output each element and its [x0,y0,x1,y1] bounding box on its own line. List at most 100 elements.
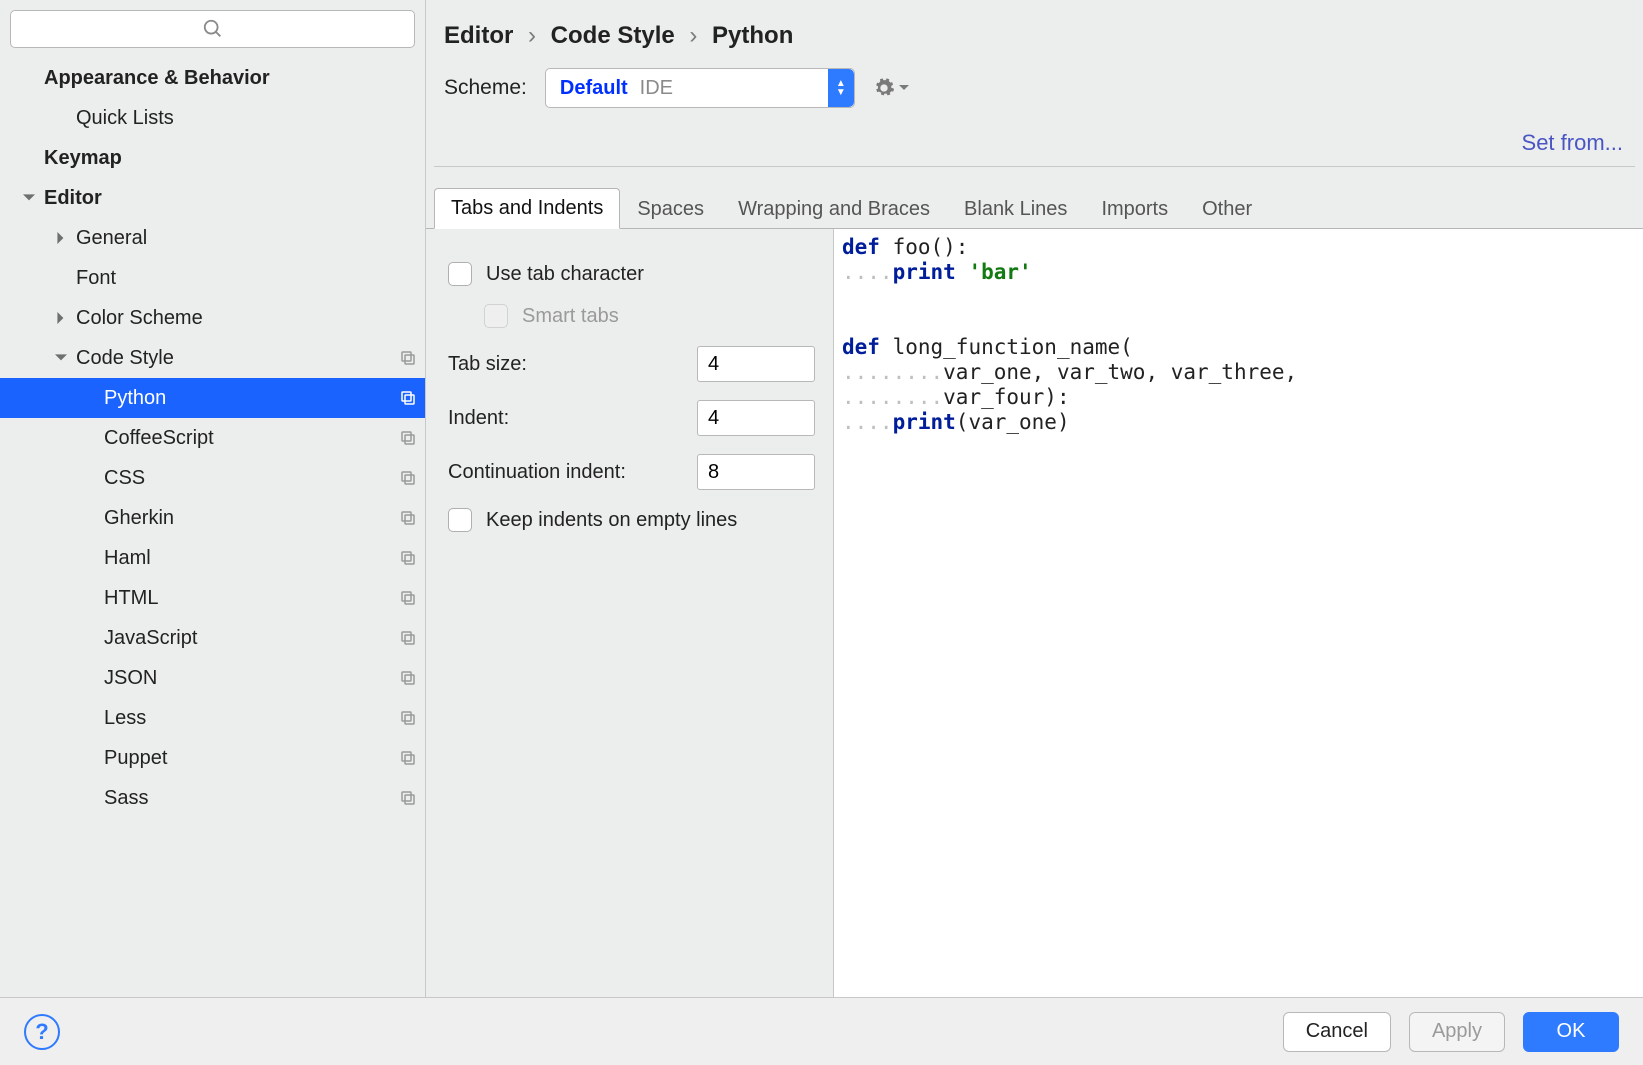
sidebar-item-puppet[interactable]: Puppet [0,738,425,778]
checkbox-icon [448,262,472,286]
tab-blank-lines[interactable]: Blank Lines [947,189,1084,229]
tab-spaces[interactable]: Spaces [620,189,721,229]
sidebar-item-label: Keymap [44,147,417,170]
tab-imports[interactable]: Imports [1084,189,1185,229]
scope-icon [399,389,417,407]
breadcrumb-python[interactable]: Python [712,22,793,49]
sidebar-item-haml[interactable]: Haml [0,538,425,578]
keep-indents-checkbox[interactable]: Keep indents on empty lines [448,499,815,541]
scope-icon [399,629,417,647]
sidebar-item-label: Haml [104,547,399,570]
breadcrumb: Editor › Code Style › Python [426,0,1643,68]
sidebar-item-label: JSON [104,667,399,690]
scope-icon [399,669,417,687]
caret-down-icon [46,352,76,364]
breadcrumb-code-style[interactable]: Code Style [551,22,675,49]
scope-icon [399,349,417,367]
scheme-stepper-icon: ▲▼ [828,69,854,107]
scope-icon [399,589,417,607]
sidebar-item-label: Python [104,387,399,410]
settings-tree: Appearance & Behavior Quick Lists Keymap Ed… [0,58,425,997]
settings-sidebar: Appearance & Behavior Quick Lists Keymap Ed… [0,0,426,997]
caret-right-icon [46,232,76,244]
dialog-footer: ? Cancel Apply OK [0,997,1643,1065]
caret-down-icon [14,192,44,204]
sidebar-item-label: Appearance & Behavior [44,67,417,90]
main-panel: Editor › Code Style › Python Scheme: Def… [426,0,1643,997]
sidebar-item-quick-lists[interactable]: Quick Lists [0,98,425,138]
sidebar-item-label: Gherkin [104,507,399,530]
sidebar-item-label: Editor [44,187,417,210]
divider [434,166,1635,167]
breadcrumb-sep: › [520,22,544,49]
sidebar-item-label: CSS [104,467,399,490]
scope-icon [399,509,417,527]
scheme-select[interactable]: Default IDE ▲▼ [545,68,855,108]
tab-tabs-and-indents[interactable]: Tabs and Indents [434,188,620,229]
sidebar-item-sass[interactable]: Sass [0,778,425,818]
scheme-label: Scheme: [444,76,527,100]
sidebar-item-label: HTML [104,587,399,610]
sidebar-item-label: Color Scheme [76,307,417,330]
sidebar-item-label: Font [76,267,417,290]
cancel-button[interactable]: Cancel [1283,1012,1391,1052]
breadcrumb-editor[interactable]: Editor [444,22,513,49]
continuation-indent-input[interactable] [697,454,815,490]
smart-tabs-checkbox: Smart tabs [448,295,815,337]
help-button[interactable]: ? [24,1014,60,1050]
sidebar-item-font[interactable]: Font [0,258,425,298]
scope-icon [399,709,417,727]
scope-icon [399,469,417,487]
scope-icon [399,789,417,807]
sidebar-item-label: General [76,227,417,250]
apply-button: Apply [1409,1012,1505,1052]
sidebar-item-json[interactable]: JSON [0,658,425,698]
sidebar-item-appearance-behavior[interactable]: Appearance & Behavior [0,58,425,98]
indent-label: Indent: [448,407,509,430]
continuation-indent-label: Continuation indent: [448,461,626,484]
set-from-link[interactable]: Set from... [426,130,1643,166]
caret-right-icon [46,312,76,324]
gear-icon [873,77,895,99]
code-preview: def foo(): ....print 'bar' def long_func… [834,229,1643,997]
indent-input[interactable] [697,400,815,436]
scope-icon [399,749,417,767]
tabs-indents-form: Use tab character Smart tabs Tab size: I… [426,229,834,997]
scheme-sub: IDE [640,77,673,100]
sidebar-item-javascript[interactable]: JavaScript [0,618,425,658]
sidebar-item-label: Puppet [104,747,399,770]
sidebar-item-code-style[interactable]: Code Style [0,338,425,378]
sidebar-item-general[interactable]: General [0,218,425,258]
sidebar-item-color-scheme[interactable]: Color Scheme [0,298,425,338]
sidebar-item-gherkin[interactable]: Gherkin [0,498,425,538]
use-tab-checkbox[interactable]: Use tab character [448,253,815,295]
checkbox-icon [484,304,508,328]
sidebar-item-coffeescript[interactable]: CoffeeScript [0,418,425,458]
sidebar-item-label: Less [104,707,399,730]
search-icon [202,18,224,40]
sidebar-item-label: Code Style [76,347,399,370]
sidebar-item-label: Sass [104,787,399,810]
tab-other[interactable]: Other [1185,189,1269,229]
scheme-gear-button[interactable] [873,77,909,99]
sidebar-item-label: CoffeeScript [104,427,399,450]
sidebar-item-label: JavaScript [104,627,399,650]
sidebar-item-html[interactable]: HTML [0,578,425,618]
sidebar-item-less[interactable]: Less [0,698,425,738]
sidebar-item-label: Quick Lists [76,107,417,130]
sidebar-item-css[interactable]: CSS [0,458,425,498]
ok-button[interactable]: OK [1523,1012,1619,1052]
sidebar-item-keymap[interactable]: Keymap [0,138,425,178]
tab-bar: Tabs and IndentsSpacesWrapping and Brace… [426,187,1643,229]
search-input[interactable] [10,10,415,48]
tab-size-input[interactable] [697,346,815,382]
use-tab-label: Use tab character [486,263,644,286]
sidebar-item-python[interactable]: Python [0,378,425,418]
scope-icon [399,429,417,447]
smart-tabs-label: Smart tabs [522,305,619,328]
sidebar-item-editor[interactable]: Editor [0,178,425,218]
breadcrumb-sep: › [681,22,705,49]
scheme-value: Default [560,77,628,100]
tab-wrapping-and-braces[interactable]: Wrapping and Braces [721,189,947,229]
scope-icon [399,549,417,567]
